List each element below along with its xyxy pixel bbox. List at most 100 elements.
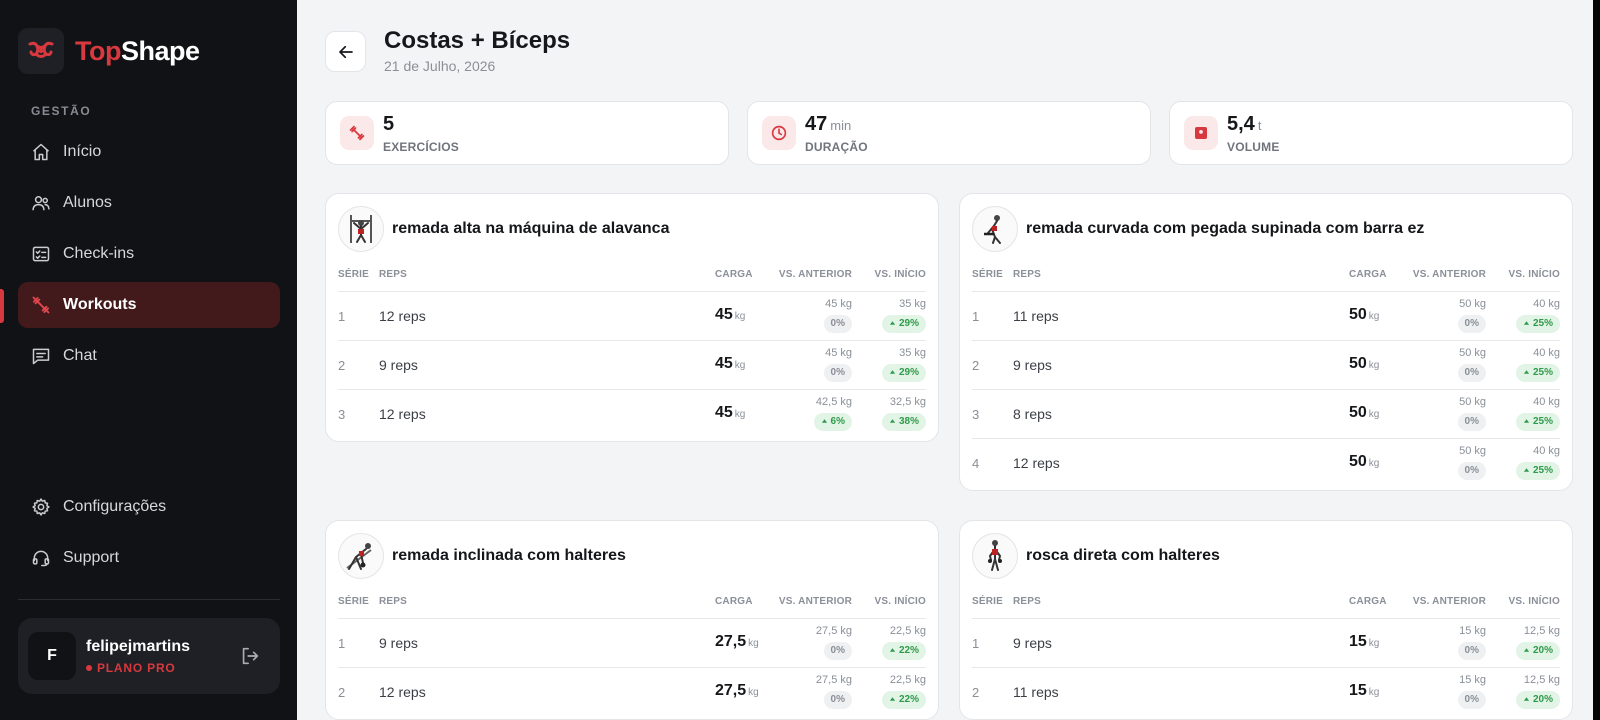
set-reps: 8 reps xyxy=(1013,406,1052,422)
set-number: 1 xyxy=(338,636,346,651)
table-row[interactable]: 19 reps 27,5 kg 27,5 kg 0% 22,5 kg 22% xyxy=(338,619,926,668)
delta-value: 0% xyxy=(1464,465,1479,476)
table-row[interactable]: 2 12 reps 27,5 kg 27,5 kg 0% 22,5 kg 22% xyxy=(338,668,926,717)
set-load-value: 50 xyxy=(1349,404,1367,421)
logout-button[interactable] xyxy=(232,638,268,674)
brand-name-part2: Shape xyxy=(120,35,200,66)
set-number: 2 xyxy=(338,358,346,373)
column-header-reps: REPS xyxy=(379,269,408,280)
sidebar-item-workouts[interactable]: Workouts xyxy=(18,282,280,328)
sidebar-item-checkins[interactable]: Check-ins xyxy=(18,231,280,277)
delta-badge: 29% xyxy=(881,364,926,382)
table-row[interactable]: 3 12 reps 45 kg 42,5 kg 6% 32,5 kg 38% xyxy=(338,390,926,439)
column-header-carga: CARGA xyxy=(1349,269,1387,280)
delta-value: 22% xyxy=(898,694,919,705)
set-reps: 9 reps xyxy=(1013,357,1052,373)
table-row[interactable]: 4 12 reps 50 kg 50 kg 0% 40 kg 25% xyxy=(972,439,1560,488)
set-load-unit: kg xyxy=(734,409,746,420)
vs-anterior-cell: 45 kg 0% xyxy=(782,346,852,382)
sidebar-item-chat[interactable]: Chat xyxy=(18,333,280,379)
table-row[interactable]: 1 11 reps 50 kg 50 kg 0% 40 kg 25% xyxy=(972,292,1560,341)
set-number: 4 xyxy=(972,456,980,471)
column-header-vs-inicio: VS. INÍCIO xyxy=(874,596,926,607)
exercise-card-remada-inclinada[interactable]: remada inclinada com halteres SÉRIE REPS CA… xyxy=(325,520,939,720)
delta-badge: 0% xyxy=(1457,642,1486,660)
sidebar-item-support[interactable]: Support xyxy=(18,535,280,581)
vs-anterior-cell: 50 kg 0% xyxy=(1416,297,1486,333)
set-load: 15 kg xyxy=(1349,633,1379,651)
set-load: 27,5 kg xyxy=(715,633,759,651)
main-content: Costas + Bíceps 21 de Julho, 2026 5 EXERC… xyxy=(297,0,1593,720)
set-number: 1 xyxy=(972,636,980,651)
comparison-load: 50 kg xyxy=(1459,347,1486,359)
plan-label: PLANO PRO xyxy=(97,660,176,675)
table-row[interactable]: 19 reps 15 kg 15 kg 0% 12,5 kg 20% xyxy=(972,619,1560,668)
set-load-value: 27,5 xyxy=(715,633,747,650)
table-row[interactable]: 38 reps 50 kg 50 kg 0% 40 kg 25% xyxy=(972,390,1560,439)
comparison-load: 32,5 kg xyxy=(889,396,926,408)
page-date: 21 de Julho, 2026 xyxy=(384,58,496,74)
table-row[interactable]: 29 reps 50 kg 50 kg 0% 40 kg 25% xyxy=(972,341,1560,390)
delta-value: 0% xyxy=(830,645,845,656)
stat-card-duracao: 47 min DURAÇÃO xyxy=(747,101,1151,165)
comparison-load: 15 kg xyxy=(1459,625,1486,637)
exercise-card-remada-alta[interactable]: remada alta na máquina de alavanca SÉRIE R… xyxy=(325,193,939,442)
plan-badge: PLANO PRO xyxy=(86,661,232,675)
sidebar-item-inicio[interactable]: Início xyxy=(18,129,280,175)
table-row[interactable]: 2 11 reps 15 kg 15 kg 0% 12,5 kg 20% xyxy=(972,668,1560,717)
user-name: felipejmartins xyxy=(86,637,191,655)
vs-anterior-cell: 45 kg 0% xyxy=(782,297,852,333)
set-number: 2 xyxy=(972,685,980,700)
dumbbell-icon xyxy=(32,296,50,314)
table-row[interactable]: 1 12 reps 45 kg 45 kg 0% 35 kg 29% xyxy=(338,292,926,341)
column-header-reps: REPS xyxy=(1013,596,1042,607)
avatar[interactable]: F xyxy=(28,632,76,680)
delta-badge: 25% xyxy=(1515,413,1560,431)
sidebar-item-label: Check-ins xyxy=(63,245,135,262)
column-header-vs-inicio: VS. INÍCIO xyxy=(1508,596,1560,607)
brand[interactable]: TopShape xyxy=(18,28,200,74)
app-window: TopShape GESTÃO Início Alunos Check-ins … xyxy=(0,0,1600,720)
chat-icon xyxy=(32,348,50,365)
column-header-vs-inicio: VS. INÍCIO xyxy=(874,269,926,280)
delta-badge: 0% xyxy=(823,691,852,709)
comparison-load: 45 kg xyxy=(825,298,852,310)
set-number: 1 xyxy=(972,309,980,324)
arrow-up-icon xyxy=(889,370,896,374)
sidebar-item-configuracoes[interactable]: Configurações xyxy=(18,484,280,530)
delta-value: 6% xyxy=(830,416,845,427)
back-button[interactable] xyxy=(325,31,366,72)
set-reps: 11 reps xyxy=(1013,684,1059,700)
exercise-figure-icon xyxy=(988,540,1002,571)
comparison-load: 40 kg xyxy=(1533,298,1560,310)
column-header-vs-anterior: VS. ANTERIOR xyxy=(778,596,852,607)
exercise-card-remada-curvada[interactable]: remada curvada com pegada supinada com b… xyxy=(959,193,1573,491)
delta-badge: 0% xyxy=(1457,315,1486,333)
set-number: 3 xyxy=(972,407,980,422)
delta-badge: 0% xyxy=(1457,462,1486,480)
sidebar-item-alunos[interactable]: Alunos xyxy=(18,180,280,226)
sidebar: TopShape GESTÃO Início Alunos Check-ins … xyxy=(0,0,297,720)
delta-value: 20% xyxy=(1532,694,1553,705)
sidebar-item-label: Support xyxy=(63,549,120,566)
comparison-load: 27,5 kg xyxy=(815,674,852,686)
delta-value: 0% xyxy=(1464,318,1479,329)
clock-icon xyxy=(771,125,787,141)
set-load: 15 kg xyxy=(1349,682,1379,700)
status-dot-icon xyxy=(86,664,92,671)
set-load: 50 kg xyxy=(1349,453,1379,471)
sidebar-item-label: Workouts xyxy=(63,296,137,313)
table-row[interactable]: 29 reps 45 kg 45 kg 0% 35 kg 29% xyxy=(338,341,926,390)
set-load-unit: kg xyxy=(1368,409,1380,420)
stat-value: 47 xyxy=(805,112,828,135)
delta-value: 25% xyxy=(1532,465,1553,476)
scrollbar[interactable] xyxy=(1593,0,1600,720)
stat-card-volume: 5,4 t VOLUME xyxy=(1169,101,1573,165)
exercise-card-rosca-direta[interactable]: rosca direta com halteres SÉRIE REPS CARGA V… xyxy=(959,520,1573,720)
vs-anterior-cell: 27,5 kg 0% xyxy=(782,624,852,660)
delta-badge: 0% xyxy=(1457,413,1486,431)
arrow-up-icon xyxy=(1523,321,1530,325)
set-load-unit: kg xyxy=(1368,311,1380,322)
gear-icon xyxy=(32,498,50,516)
vs-inicio-cell: 40 kg 25% xyxy=(1490,395,1560,431)
